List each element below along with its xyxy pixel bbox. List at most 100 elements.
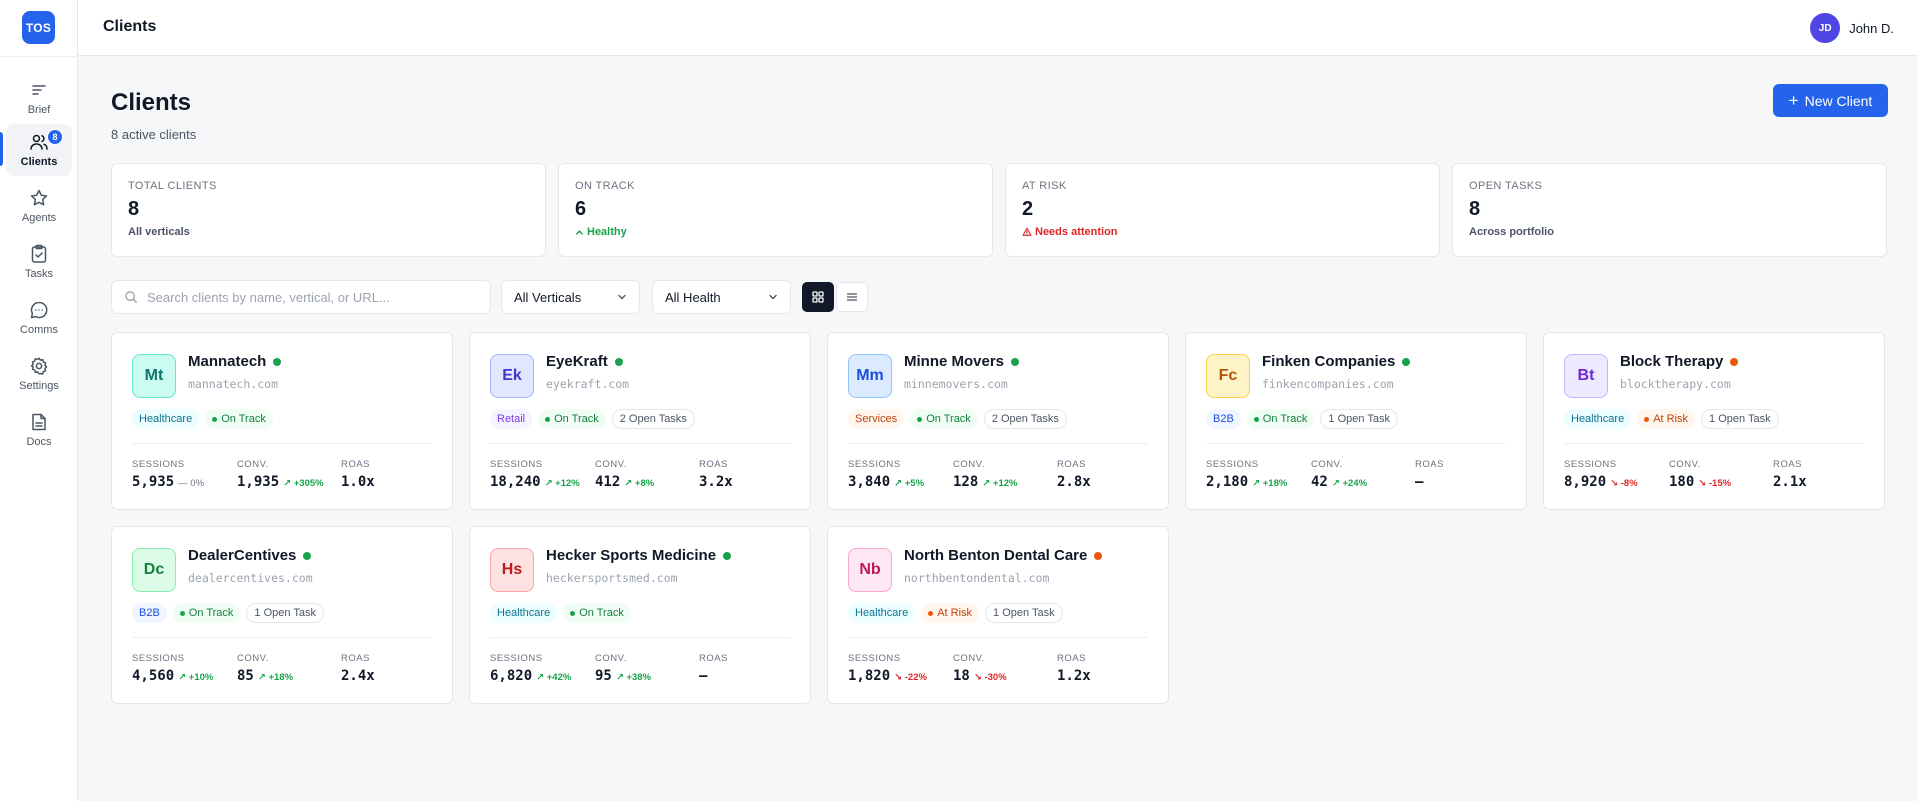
metric-label: Sessions [848, 459, 901, 470]
client-card[interactable]: Ek EyeKraft eyekraft.com Retail On Track… [469, 332, 811, 510]
client-card[interactable]: Mt Mannatech mannatech.com Healthcare On… [111, 332, 453, 510]
client-card[interactable]: Dc DealerCentives dealercentives.com B2B… [111, 526, 453, 704]
metric-label: Sessions [848, 653, 901, 664]
sessions-delta: ↘ -8% [1610, 478, 1638, 489]
user-menu[interactable]: JD John D. [1810, 13, 1894, 43]
sidebar-item-docs[interactable]: Docs [6, 404, 72, 456]
health-tag-dot [179, 610, 185, 616]
health-tag-dot [570, 610, 576, 616]
vertical-filter-select[interactable]: All Verticals [501, 280, 640, 314]
client-card[interactable]: Nb North Benton Dental Care northbentond… [827, 526, 1169, 704]
metric-roas: ROAS — [1415, 459, 1444, 490]
metric-roas: ROAS — [699, 653, 728, 684]
metric-sessions: Sessions 8,920 ↘ -8% [1564, 459, 1638, 490]
client-url: blocktherapy.com [1620, 377, 1731, 391]
stat-card-at-risk: At Risk 2 Needs attention [1005, 163, 1440, 257]
sidebar-item-tasks[interactable]: Tasks [6, 236, 72, 288]
client-name[interactable]: EyeKraft [546, 353, 623, 370]
metric-label: Conv. [1311, 459, 1343, 470]
sessions-value: 1,820 [848, 668, 891, 684]
app-logo[interactable]: TOS [22, 11, 55, 44]
brief-icon [29, 80, 49, 100]
search-input[interactable] [147, 289, 477, 305]
metric-label: ROAS [1057, 459, 1086, 470]
sessions-delta: ↘ -22% [894, 672, 927, 683]
conversions-value: 128 [953, 474, 979, 490]
sessions-value: 2,180 [1206, 474, 1249, 490]
sessions-delta: ↗ +10% [178, 672, 214, 683]
sidebar-item-comms[interactable]: Comms [6, 292, 72, 344]
client-name[interactable]: Mannatech [188, 353, 282, 370]
health-tag-dot [1253, 416, 1259, 422]
new-client-button[interactable]: + New Client [1773, 84, 1888, 117]
sidebar-item-settings[interactable]: Settings [6, 348, 72, 400]
sidebar-item-brief[interactable]: Brief [6, 72, 72, 124]
chevron-up-icon [576, 229, 583, 235]
client-avatar: Mm [848, 354, 892, 398]
client-name[interactable]: Minne Movers [904, 353, 1020, 370]
list-view-button[interactable] [836, 282, 868, 312]
stat-note: All verticals [128, 226, 190, 238]
metric-label: Sessions [490, 653, 543, 664]
sidebar-item-label: Clients [20, 156, 58, 168]
client-name[interactable]: DealerCentives [188, 547, 312, 564]
conversions-value: 180 [1669, 474, 1695, 490]
health-tag-dot [917, 416, 923, 422]
client-tags: Healthcare At Risk 1 Open Task [1564, 409, 1779, 429]
top-bar: Clients JD John D. [78, 0, 1918, 56]
conversions-delta: ↗ +18% [257, 672, 294, 683]
metric-conversions: Conv. 18 ↘ -30% [953, 653, 1007, 684]
client-avatar: Fc [1206, 354, 1250, 398]
search-box[interactable] [111, 280, 491, 314]
conversions-value: 42 [1311, 474, 1328, 490]
client-name[interactable]: Block Therapy [1620, 353, 1739, 370]
client-tags: Healthcare On Track [132, 409, 273, 429]
roas-value: 1.0x [341, 474, 375, 490]
star-icon [29, 188, 49, 208]
metric-label: Conv. [595, 653, 627, 664]
sidebar-item-agents[interactable]: Agents [6, 180, 72, 232]
card-divider [132, 443, 432, 444]
health-status-dot [1094, 551, 1103, 560]
grid-view-button[interactable] [802, 282, 834, 312]
stat-label: Open Tasks [1469, 180, 1543, 192]
grid-icon [812, 291, 824, 303]
card-divider [490, 443, 790, 444]
client-name[interactable]: Hecker Sports Medicine [546, 547, 732, 564]
sidebar: TOS Brief Clients 8 Agents Tasks Comms S… [0, 0, 78, 801]
vertical-tag: B2B [132, 603, 167, 623]
client-card[interactable]: Bt Block Therapy blocktherapy.com Health… [1543, 332, 1885, 510]
client-card[interactable]: Hs Hecker Sports Medicine heckersportsme… [469, 526, 811, 704]
client-avatar: Nb [848, 548, 892, 592]
client-card[interactable]: Mm Minne Movers minnemovers.com Services… [827, 332, 1169, 510]
metric-roas: ROAS 3.2x [699, 459, 733, 490]
stat-note: Needs attention [1022, 226, 1423, 238]
metric-conversions: Conv. 412 ↗ +8% [595, 459, 654, 490]
health-filter-select[interactable]: All Health [652, 280, 791, 314]
client-name[interactable]: North Benton Dental Care [904, 547, 1103, 564]
health-filter-value: All Health [665, 289, 721, 305]
conversions-delta: ↘ -15% [1698, 478, 1732, 489]
conversions-delta: ↗ +12% [982, 478, 1018, 489]
vertical-tag: Services [848, 409, 905, 429]
sidebar-item-clients[interactable]: Clients 8 [6, 124, 72, 176]
stat-value: 2 [1022, 198, 1034, 220]
plus-icon: + [1788, 91, 1799, 110]
client-name[interactable]: Finken Companies [1262, 353, 1411, 370]
conversions-delta: ↗ +38% [615, 672, 652, 683]
vertical-tag: B2B [1206, 409, 1241, 429]
client-url: mannatech.com [188, 377, 279, 391]
metric-label: ROAS [341, 459, 370, 470]
client-card[interactable]: Fc Finken Companies finkencompanies.com … [1185, 332, 1527, 510]
conversions-delta: ↘ -30% [973, 672, 1007, 683]
metric-label: ROAS [1057, 653, 1086, 664]
stat-label: At Risk [1022, 180, 1067, 192]
metric-label: Conv. [237, 653, 269, 664]
roas-value: 2.1x [1773, 474, 1807, 490]
conversions-delta: ↗ +305% [283, 478, 324, 489]
metric-label: Conv. [237, 459, 269, 470]
vertical-filter-value: All Verticals [514, 289, 582, 305]
stat-card-total-clients: Total Clients 8 All verticals [111, 163, 546, 257]
stat-value: 8 [128, 198, 140, 220]
metric-label: Sessions [132, 459, 185, 470]
